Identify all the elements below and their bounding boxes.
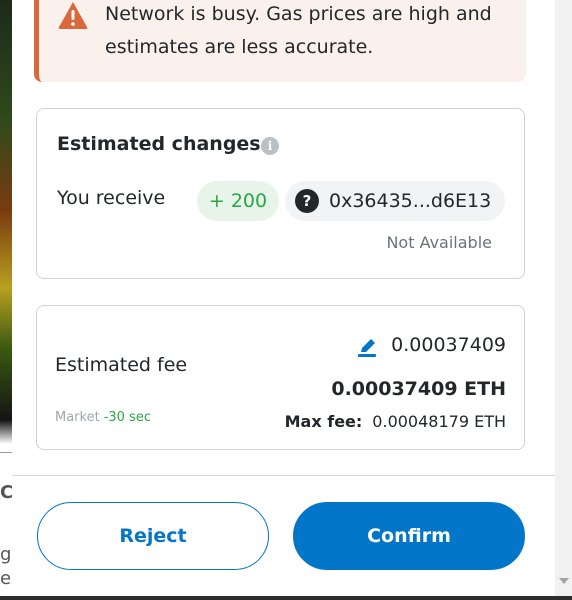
- receive-amount-badge: + 200: [197, 181, 279, 221]
- max-fee-value: 0.00048179 ETH: [372, 412, 506, 431]
- scrollbar[interactable]: [555, 0, 572, 600]
- estimated-changes-card: Estimated changes i You receive + 200 ? …: [36, 108, 525, 279]
- warning-triangle-icon: [57, 0, 89, 30]
- estimated-fee-card: 0.00037409 Estimated fee 0.00037409 ETH …: [36, 305, 525, 450]
- background-text: C: [0, 482, 12, 503]
- warning-message: Network is busy. Gas prices are high and…: [105, 3, 492, 58]
- estimated-changes-title: Estimated changes: [57, 133, 261, 155]
- token-address-pill[interactable]: ? 0x36435...d6E13: [285, 181, 505, 221]
- background-text: g: [0, 544, 12, 565]
- max-fee-label: Max fee:: [284, 412, 363, 431]
- unknown-token-icon: ?: [295, 189, 319, 213]
- scroll-down-arrow-icon[interactable]: [559, 578, 569, 584]
- confirm-button[interactable]: Confirm: [293, 502, 525, 570]
- fiat-value-status: Not Available: [386, 233, 492, 252]
- fee-amount: 0.00037409: [391, 334, 506, 356]
- info-icon[interactable]: i: [261, 137, 279, 155]
- you-receive-label: You receive: [57, 187, 166, 209]
- edit-pencil-icon[interactable]: [356, 337, 378, 359]
- gas-speed[interactable]: Market -30 sec: [55, 410, 151, 425]
- token-address: 0x36435...d6E13: [329, 190, 492, 212]
- reject-button[interactable]: Reject: [37, 502, 269, 570]
- max-fee: Max fee: 0.00048179 ETH: [285, 412, 506, 431]
- footer-divider: [12, 475, 555, 476]
- network-busy-warning: Network is busy. Gas prices are high and…: [34, 0, 526, 82]
- gas-speed-label: Market: [55, 410, 100, 425]
- transaction-confirmation-popup: Network is busy. Gas prices are high and…: [12, 0, 555, 600]
- estimated-fee-label: Estimated fee: [55, 354, 188, 376]
- background-text: e: [0, 568, 12, 589]
- background-divider: [0, 452, 12, 453]
- fee-total-eth: 0.00037409 ETH: [331, 378, 506, 400]
- window-bottom-border: [0, 596, 572, 600]
- background-page: [0, 0, 12, 600]
- gas-speed-time: -30 sec: [103, 410, 151, 425]
